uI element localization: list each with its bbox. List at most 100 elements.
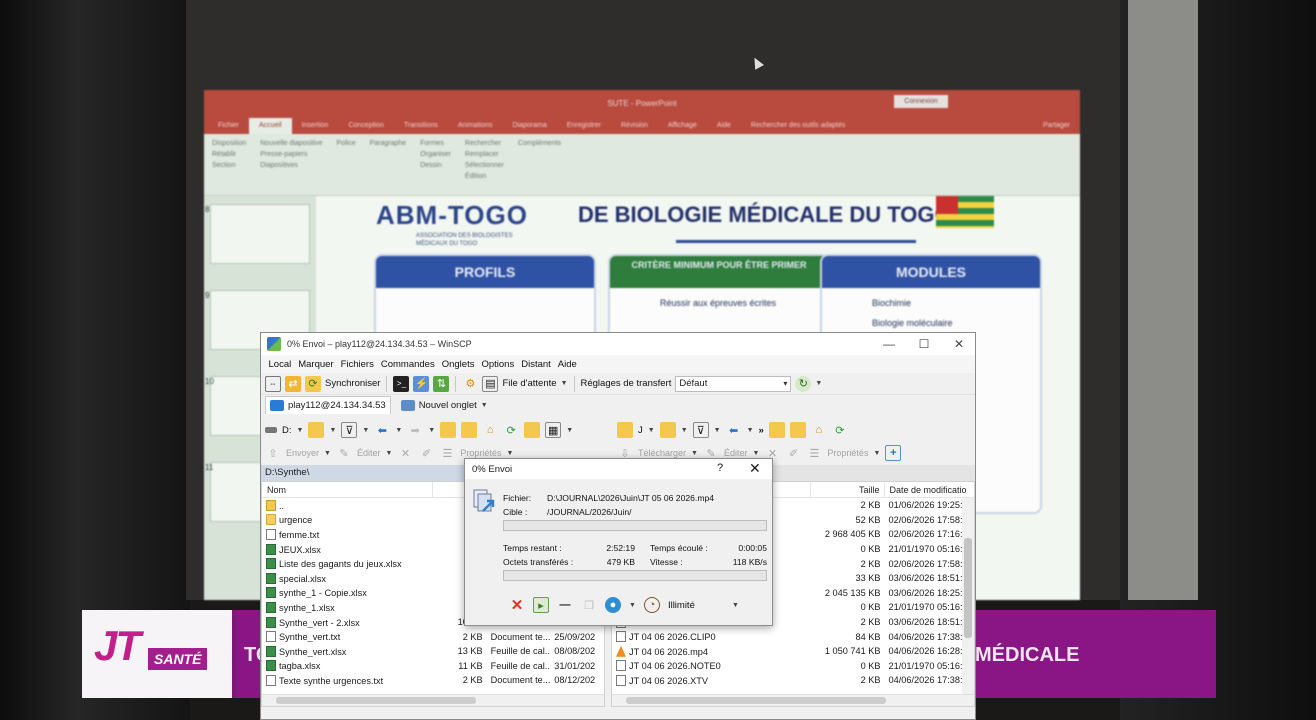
column-name[interactable]: Nom [262, 482, 433, 498]
chevron-down-icon[interactable]: ▼ [506, 450, 513, 457]
chevron-down-icon[interactable]: ▼ [329, 427, 336, 434]
terminal-sync-icon[interactable]: ⇅ [433, 375, 450, 392]
rename-icon[interactable]: ✐ [418, 445, 434, 461]
menu-tabs[interactable]: Onglets [438, 359, 478, 370]
table-row[interactable]: Synthe_vert.xlsx 13 KB Feuille de cal... 08… [262, 644, 604, 659]
chevron-down-icon[interactable]: ▼ [752, 450, 759, 457]
chevron-down-icon[interactable]: ▼ [324, 450, 331, 457]
column-modified[interactable]: Date de modificatio [885, 482, 975, 498]
chevron-down-icon[interactable]: ▼ [561, 380, 568, 387]
chevron-down-icon[interactable]: ▼ [385, 450, 392, 457]
folder-open-icon[interactable] [308, 422, 325, 438]
putty-icon[interactable]: ⚡ [413, 375, 430, 392]
root-folder-icon[interactable] [461, 422, 478, 438]
right-horizontal-scrollbar[interactable] [612, 694, 974, 706]
menu-mark[interactable]: Marquer [295, 359, 337, 370]
menu-files[interactable]: Fichiers [337, 359, 377, 370]
home-icon[interactable]: ⌂ [811, 422, 827, 438]
queue-button[interactable]: File d'attente [502, 378, 556, 389]
menu-remote[interactable]: Distant [518, 359, 555, 370]
chevron-down-icon[interactable]: ▼ [681, 427, 688, 434]
scroll-thumb[interactable] [964, 538, 972, 638]
menu-commands[interactable]: Commandes [377, 359, 438, 370]
right-drive-select[interactable]: J [638, 425, 643, 436]
chevron-down-icon[interactable]: ▼ [362, 427, 369, 434]
scroll-thumb[interactable] [276, 697, 476, 704]
menu-help[interactable]: Aide [554, 359, 580, 370]
transfer-options-icon[interactable]: ↻ [795, 375, 812, 392]
chevron-down-icon[interactable]: ▼ [714, 427, 721, 434]
queue-icon[interactable]: ▤ [482, 375, 499, 392]
column-size[interactable]: Taille [811, 482, 885, 498]
close-button[interactable]: ✕ [941, 333, 975, 355]
synchronize-icon[interactable]: ⟳ [305, 375, 321, 392]
new-item-icon[interactable]: + [885, 445, 902, 461]
chevron-down-icon[interactable]: ▼ [691, 450, 698, 457]
properties-button[interactable]: Propriétés [460, 448, 501, 458]
download-button[interactable]: Télécharger [638, 448, 686, 458]
synchronize-button[interactable]: Synchroniser [325, 378, 380, 389]
synchronize-browsing-icon[interactable]: ⇄ [285, 375, 301, 392]
table-row[interactable]: Texte synthe urgences.txt 2 KB Document te… [262, 673, 604, 688]
folder-open-icon[interactable] [659, 422, 676, 438]
help-button[interactable]: ? [717, 462, 723, 474]
edit-button[interactable]: Éditer [357, 448, 381, 458]
tab-session[interactable]: play112@24.134.34.53 [265, 396, 391, 414]
refresh-icon[interactable]: ⟳ [832, 422, 848, 438]
on-completion-icon[interactable]: ● [605, 597, 621, 613]
maximize-button[interactable]: ☐ [906, 333, 942, 355]
chevron-down-icon[interactable]: ▼ [629, 602, 636, 609]
compare-directories-icon[interactable]: ⇔ [265, 375, 281, 392]
table-row[interactable]: JT 04 06 2026.mp4 1 050 741 KB 04/06/2026 … [612, 644, 974, 659]
properties-icon[interactable]: ☰ [806, 445, 822, 461]
root-folder-icon[interactable] [789, 422, 806, 438]
chevron-down-icon[interactable]: ▼ [428, 427, 435, 434]
filter-icon[interactable]: ⊽ [692, 422, 709, 438]
home-icon[interactable]: ⌂ [482, 422, 498, 438]
window-titlebar[interactable]: 0% Envoi – play112@24.134.34.53 – WinSCP… [261, 333, 975, 355]
gear-icon[interactable]: ⚙ [462, 376, 478, 392]
table-row[interactable]: tagba.xlsx 11 KB Feuille de cal... 31/01/20… [262, 659, 604, 674]
edit-button[interactable]: Éditer [724, 448, 748, 458]
back-arrow-icon[interactable]: ⬅ [374, 422, 390, 438]
chevron-down-icon[interactable]: ▼ [395, 427, 402, 434]
menu-local[interactable]: Local [265, 359, 295, 370]
chevron-down-icon[interactable]: ▼ [566, 427, 573, 434]
back-arrow-icon[interactable]: ⬅ [726, 422, 742, 438]
cancel-transfer-icon[interactable]: ✕ [509, 597, 525, 614]
parent-folder-icon[interactable] [440, 422, 457, 438]
copy-log-icon[interactable]: ❐ [581, 597, 597, 613]
speed-limit-select[interactable]: Illimité [668, 600, 724, 611]
console-icon[interactable]: >_ [393, 375, 410, 392]
more-tools-icon[interactable]: » [759, 425, 764, 436]
chevron-down-icon[interactable]: ▼ [648, 427, 655, 434]
tab-new[interactable]: Nouvel onglet ▼ [397, 396, 492, 414]
rename-icon[interactable]: ✐ [785, 445, 801, 461]
find-files-icon[interactable] [524, 422, 541, 438]
left-horizontal-scrollbar[interactable] [262, 694, 604, 706]
chevron-down-icon[interactable]: ▼ [747, 427, 754, 434]
chevron-down-icon[interactable]: ▼ [732, 602, 739, 609]
dialog-titlebar[interactable]: 0% Envoi ? ✕ [465, 459, 772, 479]
upload-button[interactable]: Envoyer [286, 448, 319, 458]
properties-button[interactable]: Propriétés [827, 448, 868, 458]
delete-icon[interactable]: ✕ [397, 445, 413, 461]
transfer-profile-select[interactable]: Défaut [675, 375, 792, 392]
view-icon[interactable]: ▦ [545, 422, 562, 438]
table-row[interactable]: JT 04 06 2026.XTV 2 KB 04/06/2026 17:38:21 [612, 673, 974, 688]
properties-icon[interactable]: ☰ [439, 445, 455, 461]
left-drive-select[interactable]: D: [282, 425, 292, 436]
chevron-down-icon[interactable]: ▼ [297, 427, 304, 434]
refresh-icon[interactable]: ⟳ [503, 422, 519, 438]
table-row[interactable]: JT 04 06 2026.CLIP0 84 KB 04/06/2026 17:38… [612, 629, 974, 644]
chevron-down-icon[interactable]: ▼ [815, 380, 822, 387]
move-to-queue-icon[interactable]: ▸ [533, 597, 549, 613]
dialog-close-button[interactable]: ✕ [749, 460, 761, 477]
forward-arrow-icon[interactable]: ➡ [407, 422, 423, 438]
table-row[interactable]: JT 04 06 2026.NOTE0 0 KB 21/01/1970 05:16:… [612, 659, 974, 674]
parent-folder-icon[interactable] [768, 422, 785, 438]
speed-gauge-icon[interactable]: ◔ [643, 597, 660, 613]
right-vertical-scrollbar[interactable] [962, 498, 974, 694]
scroll-thumb[interactable] [626, 697, 886, 704]
minimize-dialog-icon[interactable]: — [557, 597, 573, 613]
